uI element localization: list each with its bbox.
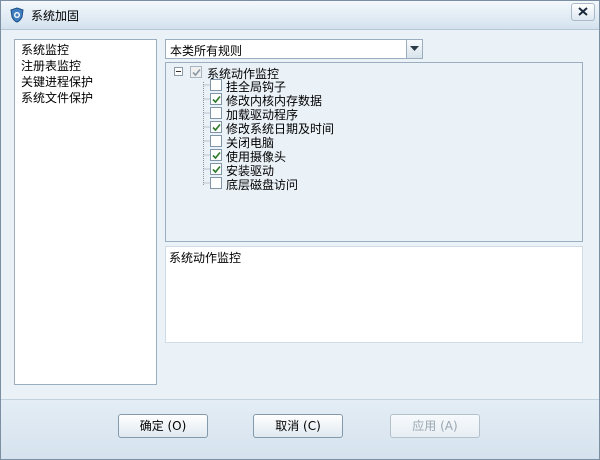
category-list[interactable]: 系统监控 注册表监控 关键进程保护 系统文件保护 <box>14 39 157 385</box>
checkmark-icon <box>212 95 221 104</box>
category-item-system-monitor[interactable]: 系统监控 <box>15 42 156 58</box>
checkmark-icon <box>212 165 221 174</box>
item-checkbox[interactable] <box>210 177 222 189</box>
item-label: 底层磁盘访问 <box>226 178 299 192</box>
ok-button[interactable]: 确定 (O) <box>118 414 208 438</box>
root-checkbox[interactable] <box>190 66 202 78</box>
checkmark-icon <box>212 151 221 160</box>
cancel-button[interactable]: 取消 (C) <box>253 414 343 438</box>
checkmark-icon <box>192 68 201 77</box>
title-bar[interactable]: 系统加固 <box>1 1 599 30</box>
apply-button[interactable]: 应用 (A) <box>390 414 480 438</box>
button-bar: 确定 (O) 取消 (C) 应用 (A) <box>1 399 599 459</box>
description-text: 系统动作监控 <box>169 251 242 265</box>
collapse-toggle[interactable] <box>174 67 183 76</box>
chevron-down-icon <box>410 46 419 51</box>
category-item-process-protection[interactable]: 关键进程保护 <box>15 74 156 90</box>
dialog-window: 系统加固 系统监控 注册表监控 关键进程保护 系统文件保护 本类所有规则 系统动… <box>0 0 600 460</box>
category-item-file-protection[interactable]: 系统文件保护 <box>15 90 156 106</box>
item-checkbox[interactable] <box>210 149 222 161</box>
item-checkbox[interactable] <box>210 121 222 133</box>
rule-filter-value: 本类所有规则 <box>170 44 243 58</box>
rule-tree[interactable]: 系统动作监控 挂全局钩子 修改内核内存数据 加载驱动程序 修改系统日期及时间 关… <box>165 62 583 242</box>
category-item-registry-monitor[interactable]: 注册表监控 <box>15 58 156 74</box>
dropdown-button[interactable] <box>406 40 422 58</box>
close-icon <box>578 7 588 16</box>
shield-icon <box>9 7 25 23</box>
close-button[interactable] <box>571 3 595 21</box>
item-checkbox[interactable] <box>210 163 222 175</box>
checkmark-icon <box>212 123 221 132</box>
item-checkbox[interactable] <box>210 79 222 91</box>
item-checkbox[interactable] <box>210 135 222 147</box>
item-checkbox[interactable] <box>210 107 222 119</box>
rule-description: 系统动作监控 <box>165 246 583 343</box>
rule-filter-select[interactable]: 本类所有规则 <box>165 39 423 59</box>
item-checkbox[interactable] <box>210 93 222 105</box>
window-title: 系统加固 <box>31 9 80 23</box>
